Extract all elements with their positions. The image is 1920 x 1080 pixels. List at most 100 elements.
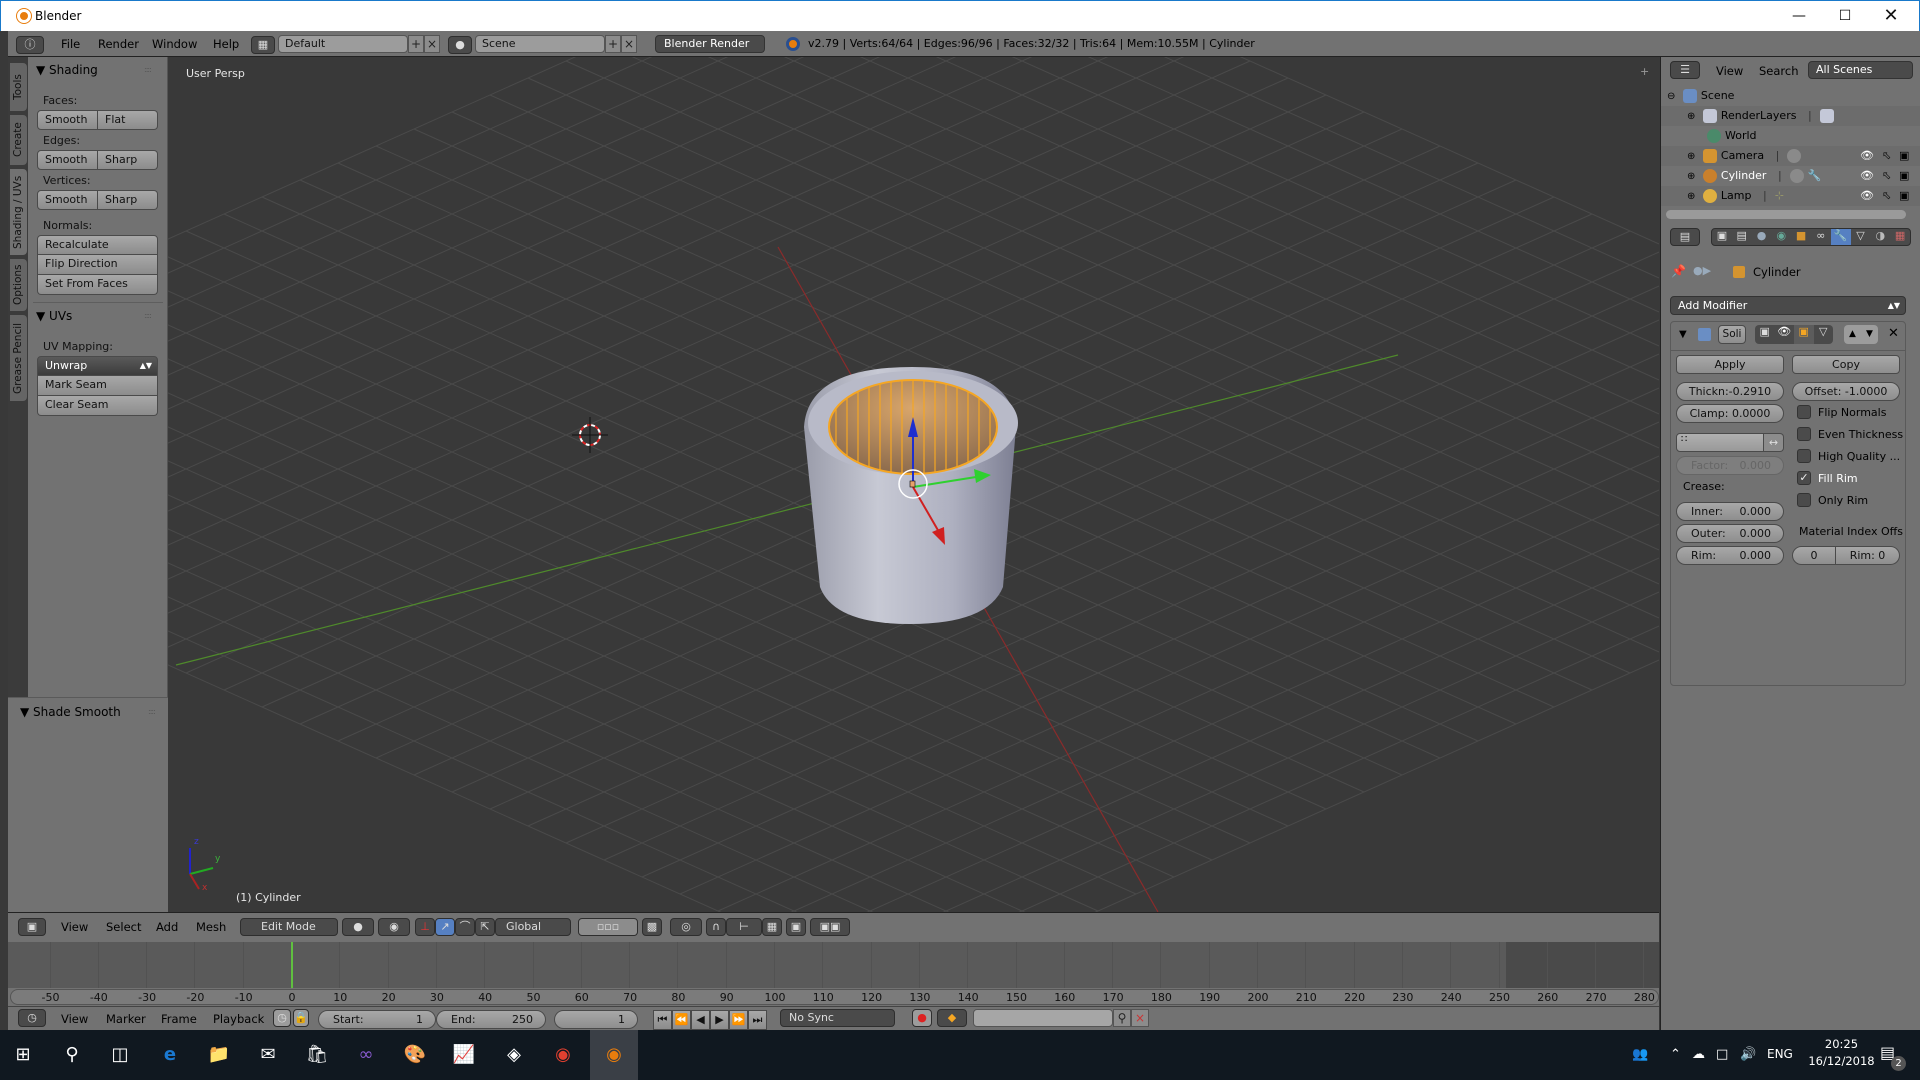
factor-field[interactable]: Factor: 0.000: [1676, 456, 1784, 475]
edge-browser-icon[interactable]: e: [155, 1040, 185, 1070]
flip-direction-button[interactable]: Flip Direction: [37, 255, 158, 275]
checkbox-unchecked-icon[interactable]: [1797, 493, 1811, 507]
tab-tools[interactable]: Tools: [10, 63, 27, 111]
outliner-item-scene[interactable]: ⊖ Scene: [1661, 86, 1920, 106]
render-toggle-icon[interactable]: ▣: [1755, 325, 1775, 344]
set-from-faces-button[interactable]: Set From Faces: [37, 275, 158, 295]
tab-object-icon[interactable]: ■: [1791, 229, 1811, 245]
delete-scene-button[interactable]: ×: [621, 35, 637, 53]
jump-keyframe-back-button[interactable]: ⏪: [672, 1010, 691, 1030]
use-preview-range-icon[interactable]: ◷: [273, 1009, 291, 1027]
outliner-item-lamp[interactable]: ⊕ Lamp | ⊹ 👁 ⬁ ▣: [1661, 186, 1920, 206]
keying-mode-dropdown[interactable]: ◆: [937, 1009, 967, 1027]
material-offset-field[interactable]: 0: [1792, 546, 1836, 565]
end-frame-field[interactable]: End: 250: [436, 1010, 546, 1029]
checkbox-high-quality[interactable]: High Quality ...: [1797, 448, 1900, 464]
render-animation-icons[interactable]: ▣▣: [810, 918, 850, 936]
mark-seam-button[interactable]: Mark Seam: [37, 376, 158, 396]
mail-icon[interactable]: ✉: [253, 1040, 283, 1070]
lamp-data-icon[interactable]: ⊹: [1775, 189, 1784, 202]
scale-manipulator-icon[interactable]: ⇱: [475, 918, 495, 936]
visibility-eye-icon[interactable]: 👁: [1860, 186, 1874, 206]
viewport-shading-dropdown[interactable]: ●: [342, 918, 374, 936]
edges-smooth-button[interactable]: Smooth: [37, 150, 98, 170]
select-mode-buttons[interactable]: ▫▫▫: [578, 918, 638, 936]
vertices-smooth-button[interactable]: Smooth: [37, 190, 98, 210]
3d-viewport[interactable]: User Persp z y x (1) Cylinder +: [168, 57, 1659, 912]
close-button[interactable]: ✕: [1868, 1, 1914, 32]
delete-layout-button[interactable]: ×: [424, 35, 440, 53]
modifier-wrench-icon[interactable]: 🔧: [1808, 169, 1822, 182]
unwrap-dropdown[interactable]: Unwrap ▲▼: [37, 356, 158, 376]
outliner-item-camera[interactable]: ⊕ Camera | 👁 ⬁ ▣: [1661, 146, 1920, 166]
outliner-item-renderlayers[interactable]: ⊕ RenderLayers |: [1661, 106, 1920, 126]
manipulator-toggle-icon[interactable]: ⊥: [415, 918, 435, 936]
snap-element-dropdown[interactable]: ⊢: [726, 918, 762, 936]
menu-select[interactable]: Select: [106, 920, 141, 934]
move-up-icon[interactable]: ▲: [1844, 325, 1861, 344]
viewport-toggle-icon[interactable]: 👁: [1775, 325, 1795, 344]
tab-data-icon[interactable]: ▽: [1851, 229, 1871, 245]
editor-type-outliner-icon[interactable]: ☰: [1670, 61, 1700, 79]
volume-icon[interactable]: 🔊: [1740, 1047, 1756, 1062]
panel-grip-icon[interactable]: ::::: [144, 311, 152, 320]
tab-shading-uvs[interactable]: Shading / UVs: [10, 169, 27, 255]
uvs-panel-header[interactable]: ▼ UVs: [36, 309, 72, 323]
vertices-sharp-button[interactable]: Sharp: [98, 190, 158, 210]
scene-field[interactable]: Scene: [475, 35, 605, 53]
shading-panel-header[interactable]: ▼ Shading: [36, 63, 98, 77]
pin-icon[interactable]: 📌: [1671, 264, 1686, 278]
show-hidden-icons-chevron[interactable]: ⌃: [1670, 1047, 1681, 1062]
expand-icon[interactable]: ⊕: [1687, 151, 1695, 162]
render-opengl-icon[interactable]: ▣: [786, 918, 806, 936]
task-manager-icon[interactable]: 📈: [449, 1040, 479, 1070]
faces-flat-button[interactable]: Flat: [98, 110, 158, 130]
screen-layout-field[interactable]: Default: [278, 35, 408, 53]
checkbox-checked-icon[interactable]: ✓: [1797, 471, 1811, 485]
tab-grease-pencil[interactable]: Grease Pencil: [10, 315, 27, 401]
outliner-horizontal-scrollbar[interactable]: [1666, 210, 1906, 219]
insert-keyframe-button[interactable]: ⚲: [1113, 1009, 1131, 1027]
snap-toggle-icon[interactable]: ∩: [706, 918, 726, 936]
editor-type-properties-icon[interactable]: ▤: [1670, 228, 1700, 246]
editor-type-info-icon[interactable]: ⓘ: [16, 36, 44, 54]
menu-add[interactable]: Add: [156, 920, 178, 934]
file-explorer-icon[interactable]: 📁: [204, 1040, 234, 1070]
outliner-item-world[interactable]: World: [1661, 126, 1920, 146]
clamp-field[interactable]: Clamp: 0.0000: [1676, 404, 1784, 423]
play-button[interactable]: ▶: [710, 1010, 729, 1030]
checkbox-even-thickness[interactable]: Even Thickness: [1797, 426, 1903, 442]
screen-layout-icon[interactable]: ▦: [251, 36, 275, 54]
network-icon[interactable]: □: [1716, 1047, 1728, 1062]
mesh-data-icon[interactable]: [1789, 169, 1804, 183]
viewport-canvas[interactable]: [168, 57, 1659, 912]
people-icon[interactable]: 👥: [1632, 1047, 1648, 1062]
blender-taskbar-active[interactable]: ◉: [590, 1030, 638, 1080]
orientation-dropdown[interactable]: Global: [495, 918, 571, 936]
display-mode-dropdown[interactable]: All Scenes: [1808, 61, 1913, 79]
render-engine-dropdown[interactable]: Blender Render: [655, 35, 765, 53]
menu-render[interactable]: Render: [98, 37, 139, 51]
menu-marker[interactable]: Marker: [106, 1012, 146, 1026]
tab-scene-icon[interactable]: ●: [1752, 229, 1772, 245]
frame-ruler[interactable]: -50 -40 -30 -20 -10 0 10 20 30 40 50 60 70 80 90 100 110…: [10, 989, 1659, 1005]
occlude-geometry-icon[interactable]: ▩: [642, 918, 662, 936]
jump-start-button[interactable]: ⏮: [653, 1010, 672, 1030]
play-reverse-button[interactable]: ◀: [691, 1010, 710, 1030]
renderability-camera-icon[interactable]: ▣: [1899, 186, 1909, 206]
camera-data-icon[interactable]: [1787, 149, 1802, 163]
menu-file[interactable]: File: [61, 37, 80, 51]
visual-studio-icon[interactable]: ∞: [351, 1040, 381, 1070]
unity-icon[interactable]: ◈: [499, 1040, 529, 1070]
checkbox-unchecked-icon[interactable]: [1797, 449, 1811, 463]
edges-sharp-button[interactable]: Sharp: [98, 150, 158, 170]
menu-view[interactable]: View: [61, 1012, 88, 1026]
invert-vertex-group-icon[interactable]: ↔: [1764, 433, 1784, 452]
crease-outer-field[interactable]: Outer: 0.000: [1676, 524, 1784, 543]
selectability-cursor-icon[interactable]: ⬁: [1882, 146, 1891, 166]
checkbox-unchecked-icon[interactable]: [1797, 405, 1811, 419]
selectability-cursor-icon[interactable]: ⬁: [1882, 186, 1891, 206]
tab-render-layers-icon[interactable]: ▤: [1732, 229, 1752, 245]
outliner-item-cylinder[interactable]: ⊕ Cylinder | 🔧 👁 ⬁ ▣: [1661, 166, 1920, 186]
selectability-cursor-icon[interactable]: ⬁: [1882, 166, 1891, 186]
